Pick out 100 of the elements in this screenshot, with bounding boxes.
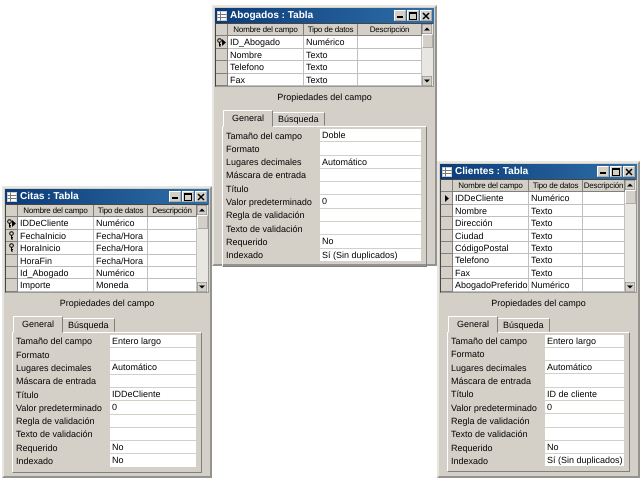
property-field[interactable] <box>320 142 421 156</box>
minimize-button[interactable] <box>169 191 181 202</box>
table-cell: Numérico <box>529 192 583 205</box>
property-field[interactable]: 0 <box>110 401 196 415</box>
table-cell: Telefono <box>453 254 529 267</box>
property-label: Máscara de entrada <box>226 170 308 180</box>
scroll-up-icon[interactable] <box>197 205 207 215</box>
table-icon <box>7 192 17 202</box>
property-field[interactable] <box>110 374 196 388</box>
property-label: Texto de validación <box>16 429 94 440</box>
column-header[interactable]: Nombre del campo <box>453 180 529 192</box>
row-selector[interactable] <box>6 242 18 255</box>
property-field[interactable] <box>110 428 196 442</box>
property-field[interactable] <box>320 182 421 196</box>
maximize-button[interactable] <box>610 166 622 177</box>
property-field[interactable]: No <box>110 454 196 468</box>
table-cell: AbogadoPreferido <box>453 279 529 292</box>
property-field[interactable]: 0 <box>545 401 624 414</box>
property-label: Máscara de entrada <box>16 376 98 386</box>
scroll-down-icon[interactable] <box>422 76 432 86</box>
scrollbar[interactable] <box>197 205 208 292</box>
minimize-button[interactable] <box>597 166 609 177</box>
property-field[interactable]: 0 <box>320 195 421 209</box>
property-field[interactable]: No <box>320 235 421 249</box>
property-label: Indexado <box>451 456 490 466</box>
tab[interactable]: Búsqueda <box>497 318 550 332</box>
table-cell: Texto <box>304 61 358 74</box>
scroll-thumb[interactable] <box>422 34 433 48</box>
property-field[interactable]: Entero largo <box>545 334 624 348</box>
table-cell: Fax <box>453 266 529 280</box>
section-heading: Propiedades del campo <box>276 90 373 104</box>
column-header[interactable]: Nombre del campo <box>18 205 94 218</box>
table-cell: Fecha/Hora <box>94 254 148 267</box>
property-field[interactable]: Automático <box>320 156 421 169</box>
scroll-up-icon[interactable] <box>625 180 635 190</box>
maximize-button[interactable] <box>182 191 194 202</box>
row-selector[interactable] <box>441 192 453 205</box>
table-cell: ID_Abogado <box>228 36 304 49</box>
scroll-up-icon[interactable] <box>422 24 432 34</box>
scrollbar[interactable] <box>422 24 433 86</box>
property-label: Texto de validación <box>226 224 304 234</box>
property-label: Lugares decimales <box>16 362 93 373</box>
scroll-thumb[interactable] <box>625 190 636 204</box>
property-field[interactable] <box>110 414 196 428</box>
property-field[interactable]: No <box>545 440 624 454</box>
tab[interactable]: Búsqueda <box>62 318 115 332</box>
row-selector[interactable] <box>216 36 228 49</box>
scrollbar[interactable] <box>625 180 636 292</box>
property-field[interactable]: ID de cliente <box>545 388 624 401</box>
scroll-thumb[interactable] <box>197 215 208 229</box>
minimize-button[interactable] <box>394 10 406 21</box>
property-field[interactable] <box>320 208 421 222</box>
property-field[interactable] <box>545 428 624 441</box>
tab[interactable]: General <box>223 110 274 127</box>
property-field[interactable] <box>545 414 624 428</box>
column-header[interactable]: Tipo de datos <box>304 24 358 36</box>
property-label: Tamaño del campo <box>16 336 94 346</box>
table-cell: Numérico <box>94 217 148 230</box>
property-field[interactable] <box>320 168 421 182</box>
table-icon <box>442 166 452 176</box>
table-cell: Numérico <box>304 36 358 49</box>
row-selector[interactable] <box>6 230 18 242</box>
table-cell: Texto <box>304 48 358 62</box>
property-field[interactable]: No <box>110 441 196 454</box>
table-cell: Texto <box>529 204 583 218</box>
close-button[interactable] <box>420 10 432 21</box>
column-header[interactable]: Tipo de datos <box>529 180 583 192</box>
property-field[interactable]: Automático <box>545 361 624 374</box>
corner-cell <box>6 205 18 218</box>
tab[interactable]: General <box>13 316 64 333</box>
column-header[interactable]: Nombre del campo <box>228 24 304 36</box>
table-cell: Nombre <box>453 204 529 218</box>
scroll-down-icon[interactable] <box>625 282 635 292</box>
property-field[interactable] <box>110 348 196 362</box>
property-field[interactable] <box>545 374 624 388</box>
scroll-down-icon[interactable] <box>197 282 207 292</box>
tab[interactable]: Búsqueda <box>272 112 325 126</box>
property-field[interactable]: Automático <box>110 361 196 375</box>
close-button[interactable] <box>623 166 635 177</box>
property-field[interactable] <box>545 348 624 362</box>
corner-cell <box>216 24 228 36</box>
property-label: Formato <box>451 349 486 360</box>
maximize-button[interactable] <box>407 10 419 21</box>
row-selector[interactable] <box>6 217 18 230</box>
property-field[interactable]: IDDeCliente <box>110 388 196 402</box>
column-header[interactable]: Tipo de datos <box>94 205 148 218</box>
table-cell: Dirección <box>453 217 529 230</box>
property-field[interactable]: Entero largo <box>110 334 196 348</box>
property-label: Formato <box>16 350 51 360</box>
property-label: Máscara de entrada <box>451 376 532 386</box>
close-icon <box>197 192 205 200</box>
property-label: Valor predeterminado <box>16 402 103 413</box>
property-field[interactable]: Doble <box>320 128 421 142</box>
property-field[interactable] <box>320 222 421 236</box>
table-cell: Texto <box>529 266 583 280</box>
property-field[interactable]: Sí (Sin duplicados) <box>320 248 421 262</box>
property-field[interactable]: Sí (Sin duplicados) <box>545 454 624 468</box>
close-button[interactable] <box>195 191 207 202</box>
maximize-icon <box>612 168 620 176</box>
tab[interactable]: General <box>448 316 498 333</box>
